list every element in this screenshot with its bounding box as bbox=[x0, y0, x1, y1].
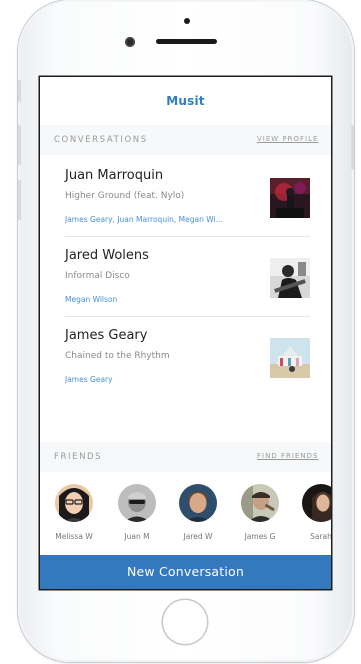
friend-name: James G bbox=[244, 532, 276, 541]
conversation-name: Jared Wolens bbox=[65, 248, 149, 263]
home-button[interactable] bbox=[163, 600, 207, 644]
avatar bbox=[241, 484, 279, 522]
album-art-guitarist-icon bbox=[270, 258, 310, 298]
avatar bbox=[118, 484, 156, 522]
front-camera bbox=[125, 37, 135, 47]
conversation-item[interactable]: James Geary Chained to the Rhythm James … bbox=[40, 317, 331, 397]
volume-down-button bbox=[18, 180, 21, 220]
volume-up-button bbox=[18, 125, 21, 165]
avatar bbox=[302, 484, 331, 522]
avatar bbox=[179, 484, 217, 522]
conversation-song: Chained to the Rhythm bbox=[65, 351, 170, 361]
app-title: Musit bbox=[166, 94, 205, 108]
power-button bbox=[351, 125, 354, 170]
friends-carousel[interactable]: Melissa W Juan M Jared W James G Sarah bbox=[40, 482, 331, 552]
friend-name: Sarah bbox=[310, 532, 331, 541]
conversation-name: Juan Marroquin bbox=[65, 168, 164, 183]
app-screen: Musit CONVERSATIONS VIEW PROFILE Juan Ma… bbox=[40, 77, 331, 589]
conversation-members: James Geary bbox=[65, 375, 113, 384]
avatar bbox=[55, 484, 93, 522]
friend-name: Juan M bbox=[124, 532, 150, 541]
new-conversation-button[interactable]: New Conversation bbox=[40, 555, 331, 589]
silent-switch bbox=[18, 80, 21, 102]
find-friends-link[interactable]: FIND FRIENDS bbox=[257, 452, 318, 460]
friend-name: Jared W bbox=[183, 532, 213, 541]
conversation-members: Megan Wilson bbox=[65, 295, 118, 304]
conversations-header: CONVERSATIONS VIEW PROFILE bbox=[40, 125, 331, 155]
earpiece-speaker bbox=[156, 39, 217, 44]
friends-label: FRIENDS bbox=[54, 452, 103, 462]
conversation-name: James Geary bbox=[65, 328, 148, 343]
view-profile-link[interactable]: VIEW PROFILE bbox=[257, 135, 318, 143]
album-art-concert-icon bbox=[270, 178, 310, 218]
conversations-label: CONVERSATIONS bbox=[54, 135, 148, 145]
friend-name: Melissa W bbox=[55, 532, 93, 541]
conversation-item[interactable]: Jared Wolens Informal Disco Megan Wilson bbox=[40, 237, 331, 317]
conversation-item[interactable]: Juan Marroquin Higher Ground (feat. Nylo… bbox=[40, 157, 331, 237]
conversation-song: Higher Ground (feat. Nylo) bbox=[65, 191, 185, 201]
friends-header: FRIENDS FIND FRIENDS bbox=[40, 442, 331, 472]
proximity-sensor bbox=[184, 18, 190, 24]
conversation-members: James Geary, Juan Marroquin, Megan Wi... bbox=[65, 215, 223, 224]
album-art-carousel-icon bbox=[270, 338, 310, 378]
conversation-song: Informal Disco bbox=[65, 271, 130, 281]
